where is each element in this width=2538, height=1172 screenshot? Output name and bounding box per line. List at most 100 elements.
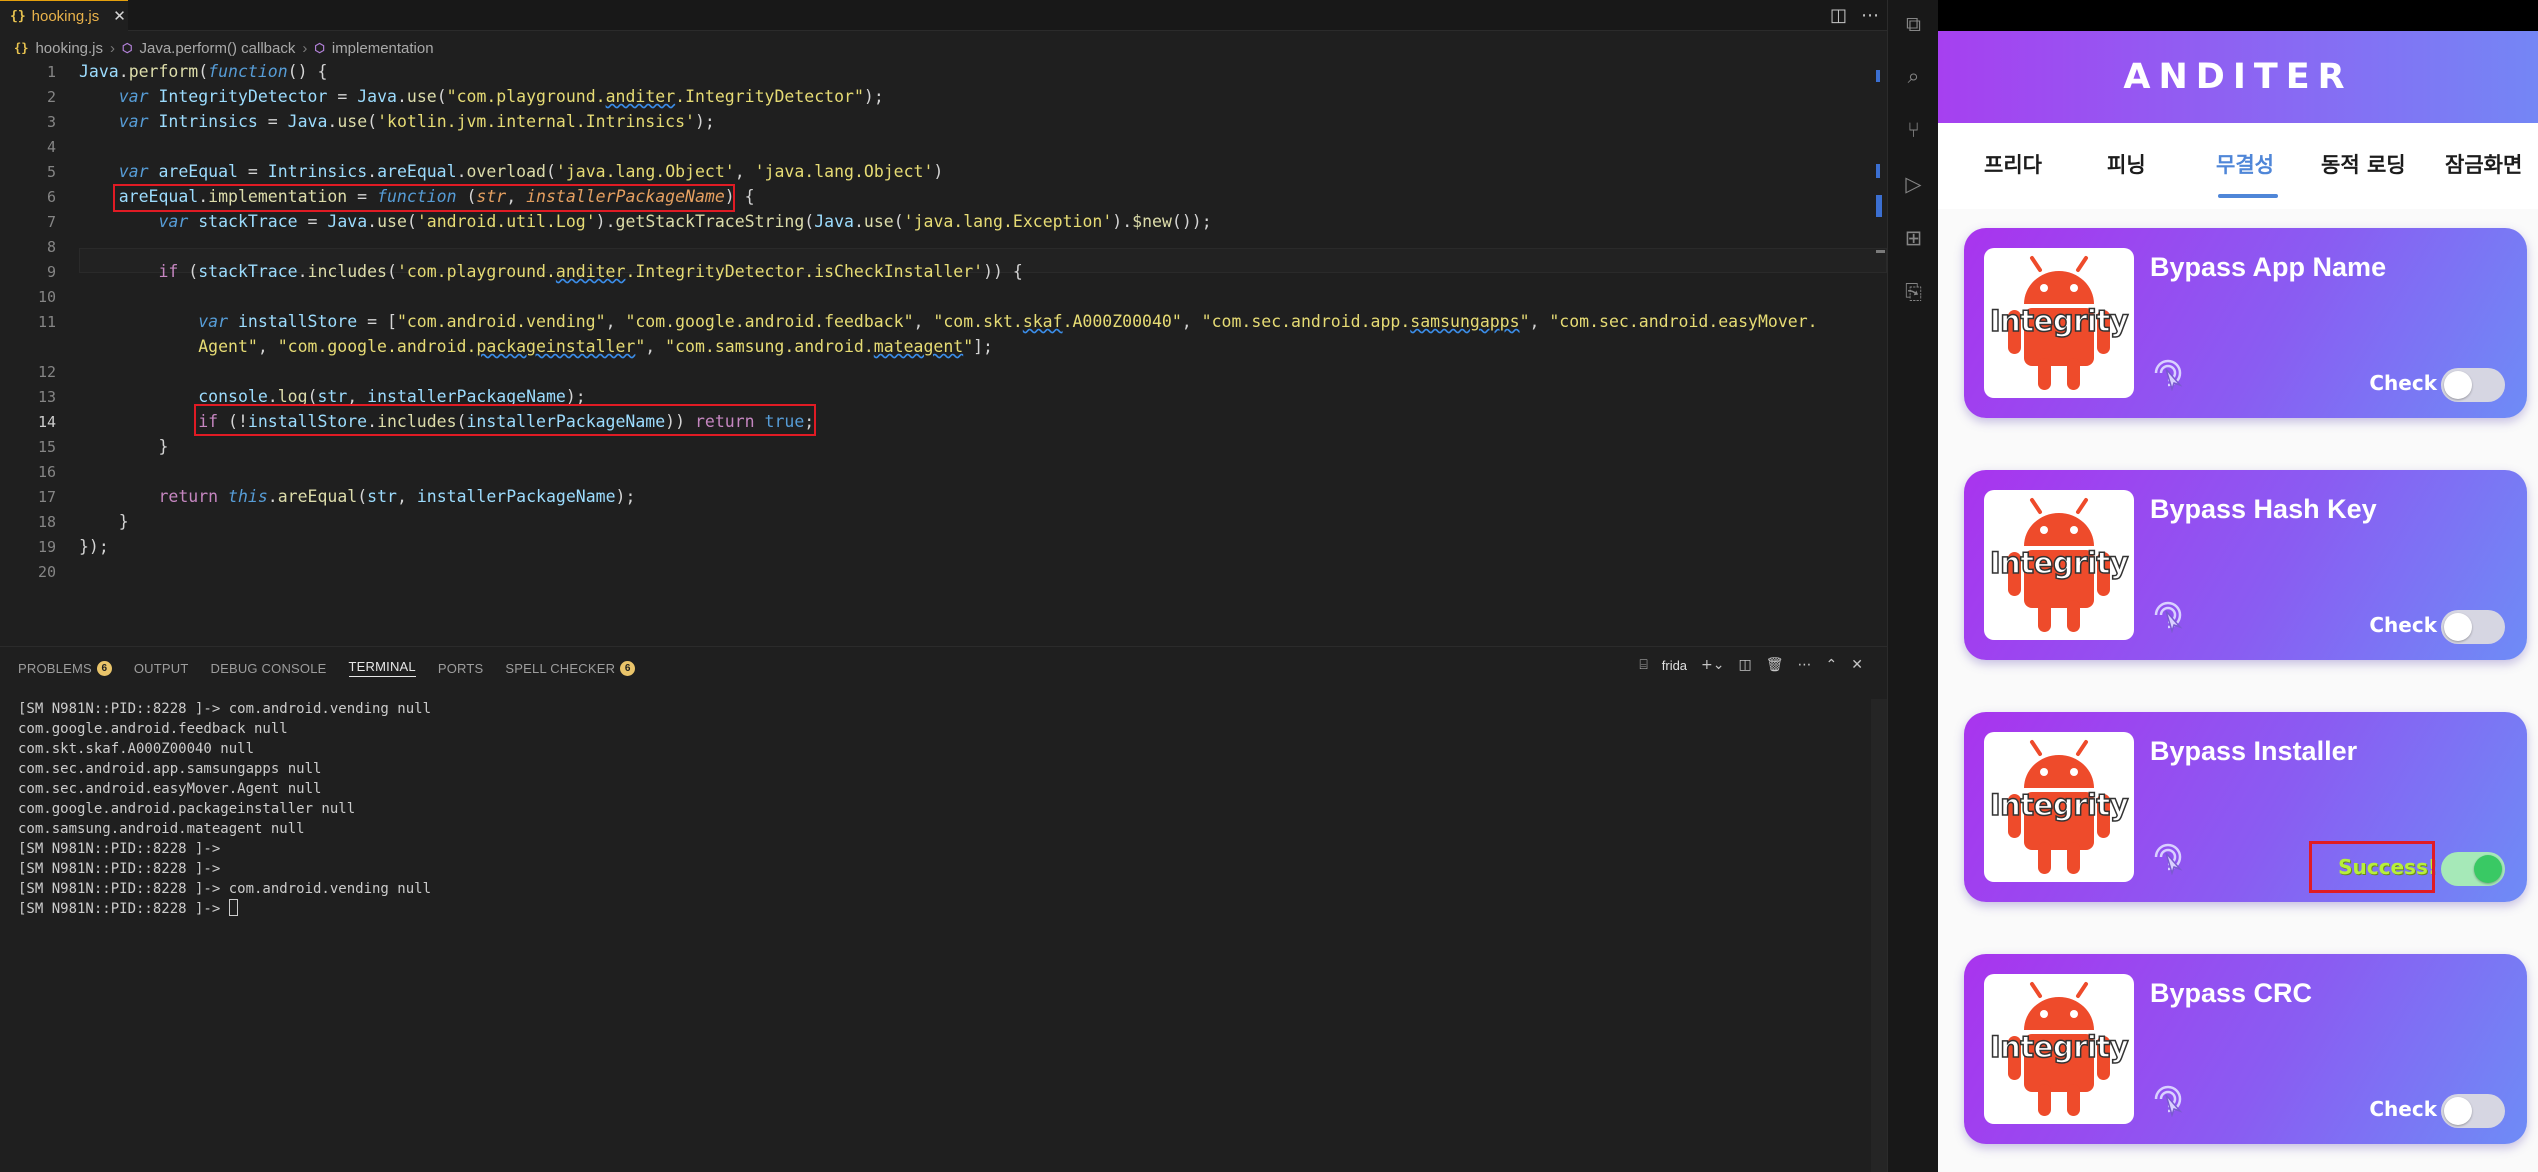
problems-badge: 6 <box>96 660 112 676</box>
line-number: 10 <box>37 288 56 306</box>
status-label: Check <box>2369 371 2437 395</box>
tap-icon-wrap <box>2150 355 2186 392</box>
terminal-line: com.samsung.android.mateagent null <box>18 821 305 837</box>
bypass-toggle[interactable] <box>2441 610 2505 644</box>
tab-terminal[interactable]: TERMINAL <box>348 659 416 677</box>
panel-tabs: PROBLEMS 6 OUTPUT DEBUG CONSOLE TERMINAL … <box>18 657 636 679</box>
tab-debug-console[interactable]: DEBUG CONSOLE <box>211 661 327 676</box>
code-line: Agent", "com.google.android.packageinsta… <box>198 337 993 356</box>
tab-label: PROBLEMS <box>18 660 92 676</box>
terminal-scrollbar[interactable] <box>1871 699 1887 1172</box>
terminal-line: [SM N981N::PID::8228 ]-> <box>18 841 221 857</box>
tab-label: PORTS <box>437 660 484 676</box>
tab-spell-checker[interactable]: SPELL CHECKER 6 <box>505 660 636 676</box>
tap-icon-wrap <box>2150 597 2186 634</box>
explorer-icon[interactable]: ⧉ <box>1888 4 1939 44</box>
tab-lock-screen[interactable]: 잠금화면 <box>2445 149 2522 179</box>
card-title: Bypass Hash Key <box>2150 494 2377 524</box>
highlight-box <box>194 404 816 436</box>
code-editor: {} hooking.js ✕ ◫ ⋯ {} hooking.js › ⬡ Ja… <box>0 0 1887 1172</box>
more-actions-icon[interactable]: ⋯ <box>1798 657 1812 673</box>
line-number: 3 <box>46 113 56 131</box>
line-number: 16 <box>37 463 56 481</box>
tab-output[interactable]: OUTPUT <box>134 661 189 676</box>
line-number: 5 <box>46 163 56 181</box>
toggle-knob <box>2444 1097 2472 1125</box>
bypass-toggle[interactable] <box>2441 852 2505 886</box>
terminal-output[interactable]: [SM N981N::PID::8228 ]-> com.android.ven… <box>18 699 431 919</box>
editor-tab-bar: {} hooking.js ✕ ◫ ⋯ <box>0 0 1887 31</box>
tap-icon <box>2154 843 2183 876</box>
split-terminal-icon[interactable]: ◫ <box>1739 657 1752 673</box>
tab-pinning[interactable]: 피닝 <box>2107 149 2146 179</box>
tab-hooking-js[interactable]: {} hooking.js ✕ <box>0 0 128 31</box>
line-number: 8 <box>46 238 56 256</box>
thumbnail-label: Integrity <box>1989 1029 2129 1065</box>
terminal-line: com.skt.skaf.A000Z00040 null <box>18 741 255 757</box>
highlight-box <box>2309 841 2435 893</box>
line-number: 2 <box>46 88 56 106</box>
js-file-icon: {} <box>10 8 26 24</box>
status-bar <box>1938 0 2538 31</box>
bypass-toggle[interactable] <box>2441 1094 2505 1128</box>
line-number: 9 <box>46 263 56 281</box>
tab-dynamic-loading[interactable]: 동적 로딩 <box>2321 149 2406 179</box>
code-area[interactable]: 1 2 3 4 5 6 7 8 9 10 11 12 13 14 15 16 1… <box>0 60 1887 640</box>
line-number: 20 <box>37 563 56 581</box>
code-line: if (stackTrace.includes('com.playground.… <box>158 262 1023 281</box>
code-line: var installStore = ["com.android.vending… <box>198 312 1818 331</box>
chevron-right-icon: › <box>110 39 115 57</box>
bypass-card: Integrity Bypass App Name Check <box>1964 228 2527 418</box>
integrity-thumbnail: Integrity <box>1984 974 2134 1124</box>
line-number: 12 <box>37 363 56 381</box>
split-editor-icon[interactable]: ◫ <box>1830 5 1847 26</box>
code-line: var IntegrityDetector = Java.use("com.pl… <box>118 87 884 106</box>
tab-integrity[interactable]: 무결성 <box>2216 149 2274 179</box>
thumbnail-label: Integrity <box>1989 787 2129 823</box>
source-control-icon[interactable]: ⑂ <box>1888 110 1939 150</box>
trash-icon[interactable]: 🗑 <box>1766 657 1784 673</box>
terminal-line: [SM N981N::PID::8228 ]-> com.android.ven… <box>18 701 432 717</box>
tap-icon-wrap <box>2150 839 2186 876</box>
bookmark-icon[interactable]: ⎘ <box>1888 272 1939 312</box>
bypass-card: Integrity Bypass Installer Success! <box>1964 712 2527 902</box>
panel-actions: ⌸ frida +⌄ ◫ 🗑 ⋯ ⌃ ✕ <box>1639 657 1863 673</box>
tap-icon <box>2154 359 2183 392</box>
thumbnail-label: Integrity <box>1989 545 2129 581</box>
chevron-right-icon: › <box>302 39 308 57</box>
code-line: var areEqual = Intrinsics.areEqual.overl… <box>118 162 944 181</box>
terminal-name[interactable]: frida <box>1662 658 1687 673</box>
search-icon[interactable]: ⌕ <box>1888 56 1939 96</box>
terminal-line: [SM N981N::PID::8228 ]-> <box>18 861 221 877</box>
close-panel-icon[interactable]: ✕ <box>1851 657 1863 673</box>
terminal-prompt: [SM N981N::PID::8228 ]-> <box>18 901 229 917</box>
code-line: }); <box>79 537 109 556</box>
run-debug-icon[interactable]: ▷ <box>1888 164 1939 204</box>
active-tab-indicator <box>2218 194 2278 198</box>
line-number: 14 <box>37 413 56 431</box>
breadcrumb-file[interactable]: hooking.js <box>35 40 103 57</box>
breadcrumb-callback[interactable]: Java.perform() callback <box>139 40 295 57</box>
line-number: 7 <box>46 213 56 231</box>
tab-label: TERMINAL <box>348 659 416 674</box>
integrity-thumbnail: Integrity <box>1984 732 2134 882</box>
tab-frida[interactable]: 프리다 <box>1984 149 2042 179</box>
app-title: ANDITER <box>2123 57 2353 97</box>
symbol-method-icon: ⬡ <box>122 41 133 55</box>
terminal-icon: ⌸ <box>1639 657 1648 673</box>
extensions-icon[interactable]: ⊞ <box>1888 218 1939 258</box>
line-number: 13 <box>37 388 56 406</box>
tab-problems[interactable]: PROBLEMS 6 <box>18 660 112 676</box>
activity-bar: ⧉ ⌕ ⑂ ▷ ⊞ ⎘ <box>1887 0 1938 1172</box>
bottom-panel: PROBLEMS 6 OUTPUT DEBUG CONSOLE TERMINAL … <box>0 646 1887 1172</box>
bypass-toggle[interactable] <box>2441 368 2505 402</box>
close-icon[interactable]: ✕ <box>113 7 126 25</box>
more-actions-icon[interactable]: ⋯ <box>1861 5 1879 26</box>
maximize-panel-icon[interactable]: ⌃ <box>1826 657 1838 673</box>
card-title: Bypass CRC <box>2150 978 2313 1008</box>
line-number: 18 <box>37 513 56 531</box>
tab-ports[interactable]: PORTS <box>438 661 484 676</box>
breadcrumb-implementation[interactable]: implementation <box>332 40 434 57</box>
toggle-knob <box>2444 371 2472 399</box>
new-terminal-icon[interactable]: +⌄ <box>1701 657 1724 673</box>
